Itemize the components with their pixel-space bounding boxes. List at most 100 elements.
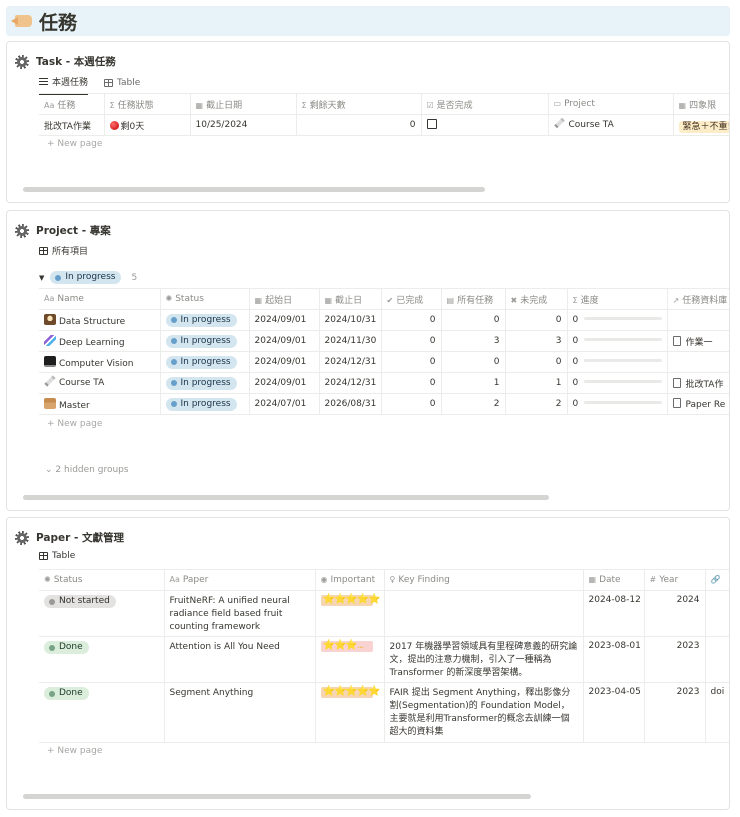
project-link[interactable]: Course TA	[569, 120, 614, 130]
undone-cell[interactable]: 1	[505, 372, 568, 394]
name-cell[interactable]: Deep Learning	[39, 330, 161, 352]
task-title[interactable]: Task - 本週任務	[15, 54, 116, 69]
undone-cell[interactable]: 0	[505, 351, 568, 373]
column-header[interactable]: ◉ Important	[315, 569, 385, 591]
tasks-cell[interactable]	[667, 351, 729, 373]
horizontal-scrollbar[interactable]	[23, 495, 549, 500]
group-header[interactable]: ▼ In progress 5	[39, 271, 137, 284]
column-header[interactable]: Σ 剩餘天數	[296, 93, 422, 115]
done-checkbox[interactable]	[426, 119, 437, 129]
new-page-button[interactable]: + New page	[47, 746, 102, 756]
date-cell[interactable]: 2023-04-05	[583, 682, 645, 743]
done-cell[interactable]: 0	[381, 309, 442, 331]
column-header[interactable]: ✺ Status	[160, 288, 250, 310]
new-page-button[interactable]: + New page	[47, 419, 102, 429]
column-header[interactable]: # Year	[644, 569, 706, 591]
task-name-cell[interactable]: 批改TA作業	[39, 114, 105, 136]
column-header[interactable]: ▦ 四象限	[673, 93, 729, 115]
progress-cell[interactable]: 0	[567, 372, 668, 394]
all-cell[interactable]: 3	[441, 330, 506, 352]
table-row[interactable]: Done Attention is All You Need ⭐⭐⭐... 20…	[39, 636, 729, 683]
column-header[interactable]: ♀ Key Finding	[384, 569, 584, 591]
link-cell[interactable]	[705, 636, 729, 683]
undone-cell[interactable]: 3	[505, 330, 568, 352]
start-cell[interactable]: 2024/09/01	[249, 309, 320, 331]
column-header[interactable]: Aa Paper	[164, 569, 316, 591]
hidden-groups-toggle[interactable]: ⌄ 2 hidden groups	[45, 465, 129, 475]
tasks-cell[interactable]	[667, 309, 729, 331]
tasks-cell[interactable]: 批改TA作	[667, 372, 729, 394]
table-row[interactable]: Deep Learning In progress 2024/09/01 202…	[39, 330, 729, 352]
progress-cell[interactable]: 0	[567, 330, 668, 352]
end-cell[interactable]: 2024/12/31	[319, 372, 382, 394]
column-header[interactable]: ☑ 是否完成	[421, 93, 549, 115]
status-cell[interactable]: In progress	[160, 309, 250, 331]
finding-cell[interactable]: 2017 年機器學習領域具有里程碑意義的研究論文，提出的注意力機制，引入了一種稱…	[384, 636, 584, 683]
undone-cell[interactable]: 2	[505, 393, 568, 415]
column-header[interactable]: Σ 進度	[567, 288, 668, 310]
column-header[interactable]: 🔗	[705, 569, 729, 591]
date-cell[interactable]: 2023-08-01	[583, 636, 645, 683]
table-row[interactable]: 批改TA作業 剩0天 10/25/2024 0 Course TA 緊急＋不重!	[39, 114, 729, 136]
tab-table[interactable]: Table	[104, 75, 140, 95]
end-cell[interactable]: 2026/08/31	[319, 393, 382, 415]
all-cell[interactable]: 0	[441, 351, 506, 373]
caret-down-icon[interactable]: ▼	[39, 274, 44, 282]
name-cell[interactable]: Computer Vision	[39, 351, 161, 373]
start-cell[interactable]: 2024/09/01	[249, 351, 320, 373]
name-cell[interactable]: Course TA	[39, 372, 161, 394]
table-row[interactable]: Done Segment Anything ⭐⭐⭐⭐⭐ FAIR 提出 Segm…	[39, 682, 729, 743]
link-cell[interactable]	[705, 590, 729, 637]
year-cell[interactable]: 2023	[644, 636, 706, 683]
finding-cell[interactable]	[384, 590, 584, 637]
tasks-cell[interactable]: 作業一	[667, 330, 729, 352]
status-cell[interactable]: In progress	[160, 351, 250, 373]
column-header[interactable]: ▭ Project	[548, 93, 674, 115]
column-header[interactable]: Σ 任務狀態	[104, 93, 191, 115]
table-row[interactable]: Computer Vision In progress 2024/09/01 2…	[39, 351, 729, 373]
column-header[interactable]: Aa 任務	[39, 93, 105, 115]
status-cell[interactable]: In progress	[160, 393, 250, 415]
tab-all-items[interactable]: 所有項目	[39, 244, 88, 262]
progress-cell[interactable]: 0	[567, 351, 668, 373]
done-cell[interactable]	[421, 114, 549, 136]
task-link[interactable]: Paper Re	[686, 400, 726, 410]
start-cell[interactable]: 2024/07/01	[249, 393, 320, 415]
important-cell[interactable]: ⭐⭐⭐⭐⭐	[315, 682, 385, 743]
column-header[interactable]: ▦ 起始日	[249, 288, 320, 310]
column-header[interactable]: ▦ 截止日期	[190, 93, 297, 115]
progress-cell[interactable]: 0	[567, 393, 668, 415]
table-row[interactable]: Master In progress 2024/07/01 2026/08/31…	[39, 393, 729, 415]
year-cell[interactable]: 2023	[644, 682, 706, 743]
horizontal-scrollbar[interactable]	[23, 794, 531, 799]
paper-cell[interactable]: Attention is All You Need	[164, 636, 316, 683]
end-cell[interactable]: 2024/12/31	[319, 351, 382, 373]
project-title[interactable]: Project - 專案	[15, 223, 111, 238]
new-page-button[interactable]: + New page	[47, 139, 102, 149]
end-cell[interactable]: 2024/10/31	[319, 309, 382, 331]
year-cell[interactable]: 2024	[644, 590, 706, 637]
progress-cell[interactable]: 0	[567, 309, 668, 331]
start-cell[interactable]: 2024/09/01	[249, 372, 320, 394]
column-header[interactable]: ✖ 未完成	[505, 288, 568, 310]
task-status-cell[interactable]: 剩0天	[104, 114, 191, 136]
quadrant-cell[interactable]: 緊急＋不重!	[673, 114, 729, 136]
column-header[interactable]: Aa Name	[39, 288, 161, 310]
status-cell[interactable]: In progress	[160, 372, 250, 394]
paper-title[interactable]: Paper - 文獻管理	[15, 530, 124, 545]
table-row[interactable]: Not started FruitNeRF: A unified neural …	[39, 590, 729, 637]
remaining-days-cell[interactable]: 0	[296, 114, 422, 136]
column-header[interactable]: ↗ 任務資料庫	[667, 288, 729, 310]
important-cell[interactable]: ⭐⭐⭐⭐⭐	[315, 590, 385, 637]
done-cell[interactable]: 0	[381, 330, 442, 352]
all-cell[interactable]: 0	[441, 309, 506, 331]
link-cell[interactable]: doi	[705, 682, 729, 743]
undone-cell[interactable]: 0	[505, 309, 568, 331]
table-row[interactable]: Course TA In progress 2024/09/01 2024/12…	[39, 372, 729, 394]
name-cell[interactable]: Data Structure	[39, 309, 161, 331]
horizontal-scrollbar[interactable]	[23, 187, 485, 192]
done-cell[interactable]: 0	[381, 351, 442, 373]
column-header[interactable]: ▦ Date	[583, 569, 645, 591]
paper-cell[interactable]: Segment Anything	[164, 682, 316, 743]
date-cell[interactable]: 2024-08-12	[583, 590, 645, 637]
